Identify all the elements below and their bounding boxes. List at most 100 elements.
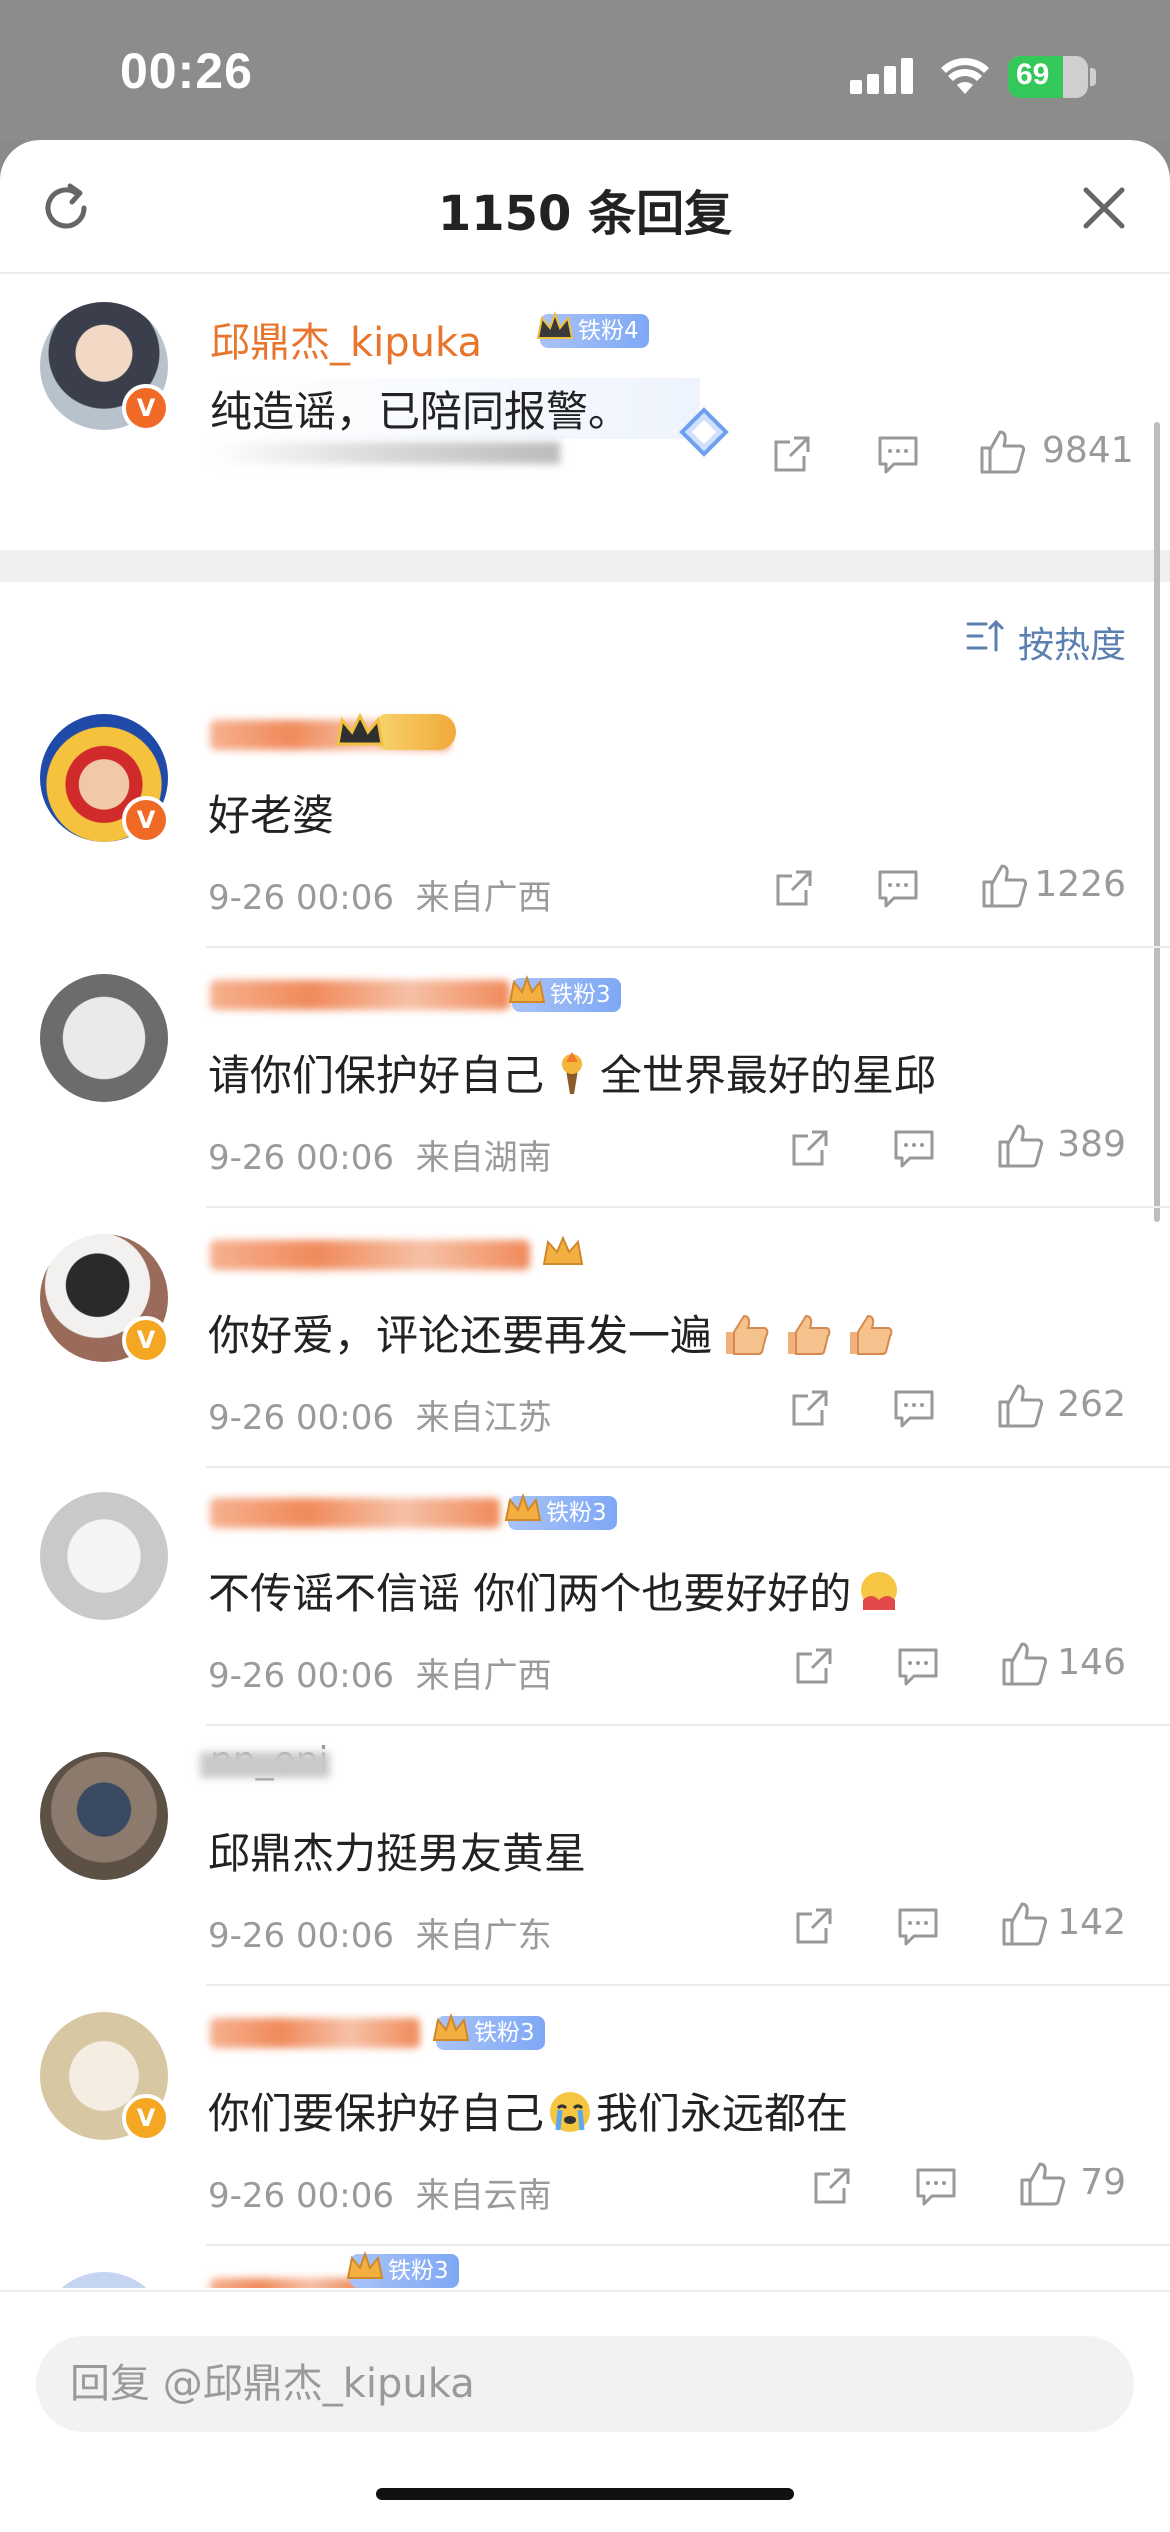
fan-badge-label: 铁粉3 (474, 2020, 535, 2046)
like-icon[interactable] (996, 1382, 1044, 1430)
comment-meta: 9-26 00:06 来自广西 (208, 1648, 552, 1697)
comment-meta: 9-26 00:06 来自广东 (208, 1908, 552, 1957)
comment-item[interactable]: nn_oni邱鼎杰力挺男友黄星9-26 00:06 来自广东142 (0, 1728, 1170, 1986)
username-blurred (200, 1752, 330, 1778)
comment-text-main: 请你们保护好自己 (208, 1051, 545, 1100)
crown-icon (432, 2013, 470, 2041)
like-icon[interactable] (1000, 1900, 1048, 1948)
reply-input[interactable]: 回复 @邱鼎杰_kipuka (36, 2336, 1134, 2432)
comment-item[interactable]: V 你好爱，评论还要再发一遍 9-26 00:06 来自江苏 262 (0, 1210, 1170, 1468)
comment-item[interactable]: V 铁粉3 你们要保护好自己 我们永远都在 9-26 00:06 来自云南 79 (0, 1988, 1170, 2246)
like-count: 9841 (1042, 430, 1134, 471)
like-count: 146 (1057, 1642, 1126, 1683)
comment-location: 来自广西 (415, 1656, 552, 1696)
comment-text-tail: 全世界最好的星邱 (600, 1051, 937, 1100)
blurred-meta (210, 442, 560, 464)
comment-location: 来自湖南 (415, 1138, 552, 1178)
crown-icon (542, 1235, 584, 1265)
comment-item[interactable]: 铁粉3 请你们保护好自己 全世界最好的星邱 9-26 00:06 来自湖南 389 (0, 950, 1170, 1208)
crown-icon (536, 311, 574, 339)
comment-time: 9-26 00:06 (208, 2176, 394, 2216)
username-blurred (210, 1498, 500, 1528)
comment-icon[interactable] (876, 866, 920, 910)
like-count: 79 (1080, 2162, 1126, 2203)
comment-time: 9-26 00:06 (208, 1656, 394, 1696)
crown-icon (346, 2251, 384, 2279)
diamond-icon (679, 407, 729, 457)
comment-text-main: 邱鼎杰力挺男友黄星 (208, 1829, 587, 1878)
comment-item[interactable]: V 好老婆 9-26 00:06 来自广西 1226 (0, 690, 1170, 948)
username-blurred (210, 980, 510, 1010)
comment-text: 你们要保护好自己 我们永远都在 (208, 2080, 848, 2144)
cellular-signal-icon (850, 58, 918, 94)
fan-badge-label: 铁粉3 (550, 982, 611, 1008)
share-icon[interactable] (792, 1644, 836, 1688)
section-divider (0, 550, 1170, 582)
comment-text: 邱鼎杰力挺男友黄星 (208, 1820, 586, 1881)
page-title: 1150 条回复 (437, 186, 733, 242)
comment-icon[interactable] (896, 1644, 940, 1688)
comment-icon[interactable] (896, 1904, 940, 1948)
fan-badge: 铁粉3 (508, 975, 621, 1012)
comment-time: 9-26 00:06 (208, 1138, 394, 1178)
battery-percent: 69 (1016, 58, 1050, 91)
avatar[interactable] (40, 2272, 168, 2288)
comment-text: 好老婆 (208, 782, 334, 843)
verified-badge-icon: V (122, 1316, 170, 1364)
like-icon[interactable] (996, 1122, 1044, 1170)
like-icon[interactable] (978, 428, 1026, 476)
like-count: 142 (1057, 1902, 1126, 1943)
thumbs-up-emoji-icon (720, 1312, 906, 1366)
battery-tip (1090, 68, 1096, 86)
fan-badge-label: 铁粉3 (546, 1500, 607, 1526)
verified-badge-icon: V (122, 384, 170, 432)
comment-item[interactable]: 铁粉3 不传谣不信谣 你们两个也要好好的 9-26 00:06 来自广西 146 (0, 1468, 1170, 1726)
comment-text-main: 不传谣不信谣 你们两个也要好好的 (208, 1569, 852, 1618)
fan-badge: 铁粉3 (346, 2251, 459, 2288)
like-icon[interactable] (1018, 2160, 1066, 2208)
divider (206, 1984, 1170, 1986)
like-icon[interactable] (980, 862, 1028, 910)
avatar[interactable] (40, 1492, 168, 1620)
crown-icon (508, 975, 546, 1003)
comment-time: 9-26 00:06 (208, 1916, 394, 1956)
crying-emoji-icon (548, 2090, 592, 2144)
status-bar: 00:26 69 (0, 0, 1170, 140)
share-icon[interactable] (770, 432, 814, 476)
comment-item[interactable]: 铁粉3 (0, 2248, 1170, 2288)
verified-badge-icon: V (122, 796, 170, 844)
divider (206, 946, 1170, 948)
share-icon[interactable] (792, 1904, 836, 1948)
username[interactable]: 邱鼎杰_kipuka (210, 310, 482, 368)
comment-meta: 9-26 00:06 来自江苏 (208, 1390, 552, 1439)
like-count: 262 (1057, 1384, 1126, 1425)
sort-icon (966, 619, 1004, 652)
avatar[interactable] (40, 974, 168, 1102)
level-badge (378, 714, 456, 750)
comment-location: 来自江苏 (415, 1398, 552, 1438)
share-icon[interactable] (772, 866, 816, 910)
crown-icon (504, 1493, 542, 1521)
comment-meta: 9-26 00:06 来自湖南 (208, 1130, 552, 1179)
avatar[interactable] (40, 1752, 168, 1880)
close-icon[interactable] (1076, 180, 1132, 236)
comment-text: 请你们保护好自己 全世界最好的星邱 (208, 1042, 936, 1106)
share-icon[interactable] (788, 1386, 832, 1430)
like-icon[interactable] (1000, 1640, 1048, 1688)
comment-meta: 9-26 00:06 来自云南 (208, 2168, 552, 2217)
comment-icon[interactable] (892, 1126, 936, 1170)
username-blurred (210, 2018, 420, 2048)
comment-icon[interactable] (892, 1386, 936, 1430)
comment-meta: 9-26 00:06 来自广西 (208, 870, 552, 919)
like-count: 389 (1057, 1124, 1126, 1165)
verified-badge-icon: V (122, 2094, 170, 2142)
username-blurred (210, 2278, 360, 2288)
crown-icon (336, 712, 384, 746)
comment-icon[interactable] (876, 432, 920, 476)
comment-text-main: 好老婆 (208, 791, 335, 840)
share-icon[interactable] (810, 2164, 854, 2208)
comment-icon[interactable] (914, 2164, 958, 2208)
share-icon[interactable] (788, 1126, 832, 1170)
fan-badge: 铁粉3 (504, 1493, 617, 1530)
pinned-comment[interactable]: V 邱鼎杰_kipuka 铁粉4 纯造谣，已陪同报警。 9841 (0, 274, 1170, 558)
